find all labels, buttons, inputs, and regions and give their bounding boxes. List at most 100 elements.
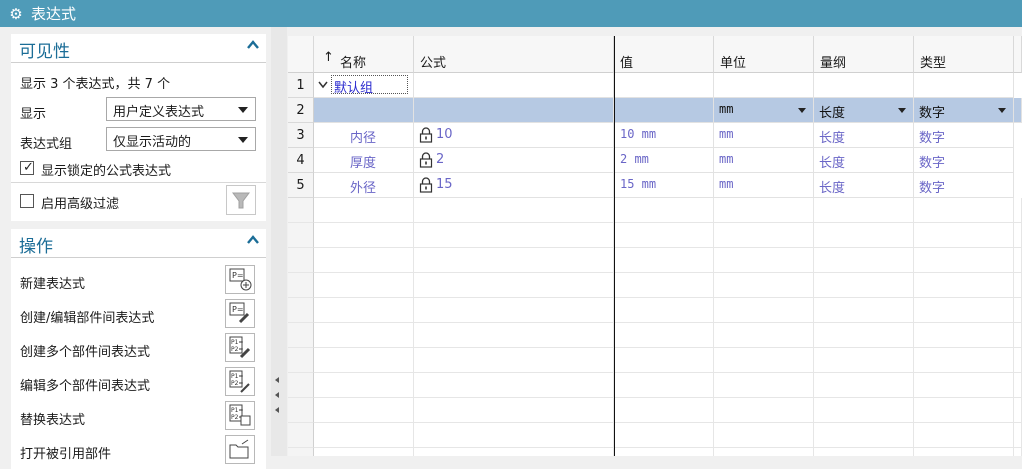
empty-cell bbox=[414, 198, 614, 223]
group-select[interactable]: 仅显示活动的 bbox=[106, 127, 256, 151]
new-type-dropdown[interactable]: 数字 bbox=[914, 98, 1014, 123]
expression-name: 内径 bbox=[350, 131, 377, 146]
checkmark-icon: ✓ bbox=[23, 160, 34, 175]
empty-cell bbox=[414, 248, 614, 273]
advanced-filter-checkbox[interactable] bbox=[20, 194, 34, 208]
empty-cell bbox=[615, 248, 714, 273]
empty-cell bbox=[314, 348, 414, 373]
table-row-unit[interactable]: mm bbox=[714, 148, 814, 173]
empty-cell bbox=[814, 423, 914, 448]
create-multi-interpart-icon[interactable]: P1= P2= bbox=[225, 333, 255, 362]
table-row-dimension[interactable]: 长度 bbox=[814, 148, 914, 173]
collapse-arrow-icon[interactable] bbox=[275, 392, 279, 398]
table-row-type[interactable]: 数字 bbox=[914, 148, 1014, 173]
table-row-type[interactable]: 数字 bbox=[914, 123, 1014, 148]
column-header-label: 单位 bbox=[720, 56, 747, 71]
empty-cell bbox=[714, 223, 814, 248]
empty-cell bbox=[914, 298, 1014, 323]
empty-cell bbox=[1014, 298, 1022, 323]
visibility-section: 可见性 显示 3 个表达式，共 7 个 显示 用户定义表达式 表达式组 仅显示活… bbox=[11, 34, 266, 221]
group-select-value: 仅显示活动的 bbox=[113, 135, 192, 150]
column-header-label: 类型 bbox=[920, 56, 947, 71]
table-row-unit[interactable]: mm bbox=[714, 173, 814, 198]
empty-cell bbox=[615, 223, 714, 248]
column-header-dimension[interactable]: 量纲 bbox=[814, 36, 914, 73]
table-row-formula[interactable]: 2 bbox=[414, 148, 614, 173]
empty-cell bbox=[914, 448, 1014, 456]
table-cell[interactable] bbox=[914, 73, 1014, 98]
chevron-up-icon[interactable] bbox=[246, 38, 260, 52]
interpart-expression-item[interactable]: 创建/编辑部件间表达式 bbox=[20, 307, 154, 326]
visibility-header[interactable]: 可见性 bbox=[11, 34, 266, 63]
svg-text:P1=: P1= bbox=[231, 407, 243, 414]
table-row-dimension[interactable]: 长度 bbox=[814, 173, 914, 198]
column-header-formula[interactable]: 公式 bbox=[414, 36, 614, 73]
replace-expression-icon[interactable]: P1= P2= bbox=[225, 401, 255, 430]
chevron-up-icon[interactable] bbox=[246, 233, 260, 247]
table-row-name[interactable]: 内径 bbox=[314, 123, 414, 148]
table-cell[interactable] bbox=[814, 73, 914, 98]
row-number-empty bbox=[288, 323, 314, 348]
column-header-unit[interactable]: 单位 bbox=[714, 36, 814, 73]
table-row-formula[interactable]: 15 bbox=[414, 173, 614, 198]
new-value-cell[interactable] bbox=[615, 98, 714, 123]
new-expression-icon[interactable]: P= bbox=[225, 265, 255, 294]
open-referenced-part-item[interactable]: 打开被引用部件 bbox=[20, 443, 111, 462]
table-row-unit[interactable]: mm bbox=[714, 123, 814, 148]
operations-header[interactable]: 操作 bbox=[11, 229, 266, 258]
open-folder-icon[interactable] bbox=[225, 435, 255, 464]
row-number[interactable]: 1 bbox=[288, 73, 314, 98]
collapse-arrow-icon[interactable] bbox=[275, 407, 279, 413]
filter-button[interactable] bbox=[226, 185, 256, 215]
operations-heading: 操作 bbox=[19, 237, 53, 257]
table-cell[interactable] bbox=[615, 73, 714, 98]
table-row-formula[interactable]: 10 bbox=[414, 123, 614, 148]
new-unit-dropdown[interactable]: mm bbox=[714, 98, 814, 123]
show-locked-checkbox[interactable]: ✓ bbox=[20, 160, 34, 175]
table-row-value[interactable]: 15 mm bbox=[615, 173, 714, 198]
column-header-type[interactable]: 类型 bbox=[914, 36, 1014, 73]
table-cell[interactable] bbox=[414, 73, 614, 98]
display-select[interactable]: 用户定义表达式 bbox=[106, 97, 256, 121]
create-multi-interpart-item[interactable]: 创建多个部件间表达式 bbox=[20, 341, 150, 360]
table-row-type[interactable]: 数字 bbox=[914, 173, 1014, 198]
empty-cell bbox=[714, 298, 814, 323]
new-expression-item[interactable]: 新建表达式 bbox=[20, 273, 85, 292]
lock-icon bbox=[419, 177, 433, 193]
expression-name: 厚度 bbox=[350, 156, 377, 171]
gear-icon: ⚙ bbox=[9, 4, 23, 23]
empty-cell bbox=[714, 273, 814, 298]
replace-expression-item[interactable]: 替换表达式 bbox=[20, 409, 85, 428]
new-dimension-dropdown[interactable]: 长度 bbox=[814, 98, 914, 123]
table-row-name[interactable]: 厚度 bbox=[314, 148, 414, 173]
row-number[interactable]: 2 bbox=[288, 98, 314, 123]
row-number[interactable]: 4 bbox=[288, 148, 314, 173]
empty-cell bbox=[314, 398, 414, 423]
interpart-link-icon[interactable]: P= bbox=[225, 299, 255, 328]
table-row-name[interactable]: 外径 bbox=[314, 173, 414, 198]
table-cell[interactable] bbox=[714, 73, 814, 98]
corner-header bbox=[288, 36, 314, 73]
expression-type: 数字 bbox=[919, 131, 946, 146]
collapse-arrow-icon[interactable] bbox=[275, 377, 279, 383]
table-row-dimension[interactable]: 长度 bbox=[814, 123, 914, 148]
row-number[interactable]: 5 bbox=[288, 173, 314, 198]
edit-multi-interpart-item[interactable]: 编辑多个部件间表达式 bbox=[20, 375, 150, 394]
row-number[interactable]: 3 bbox=[288, 123, 314, 148]
panel-splitter[interactable] bbox=[271, 27, 287, 456]
group-name-cell[interactable]: 默认组 bbox=[314, 73, 414, 98]
empty-cell bbox=[714, 323, 814, 348]
chevron-down-icon bbox=[238, 137, 248, 143]
table-row-value[interactable]: 2 mm bbox=[615, 148, 714, 173]
table-row-value[interactable]: 10 mm bbox=[615, 123, 714, 148]
column-header-value[interactable]: 值 bbox=[614, 36, 714, 73]
new-formula-cell[interactable] bbox=[414, 98, 614, 123]
new-name-cell[interactable] bbox=[314, 98, 414, 123]
column-header-label: 值 bbox=[620, 56, 634, 71]
edit-multi-interpart-icon[interactable]: P1= P2= bbox=[225, 367, 255, 396]
empty-cell bbox=[714, 248, 814, 273]
empty-cell bbox=[615, 198, 714, 223]
column-header-name[interactable]: ↑ 名称 bbox=[314, 36, 414, 73]
visibility-heading: 可见性 bbox=[19, 42, 70, 62]
chevron-down-icon[interactable] bbox=[318, 81, 328, 89]
